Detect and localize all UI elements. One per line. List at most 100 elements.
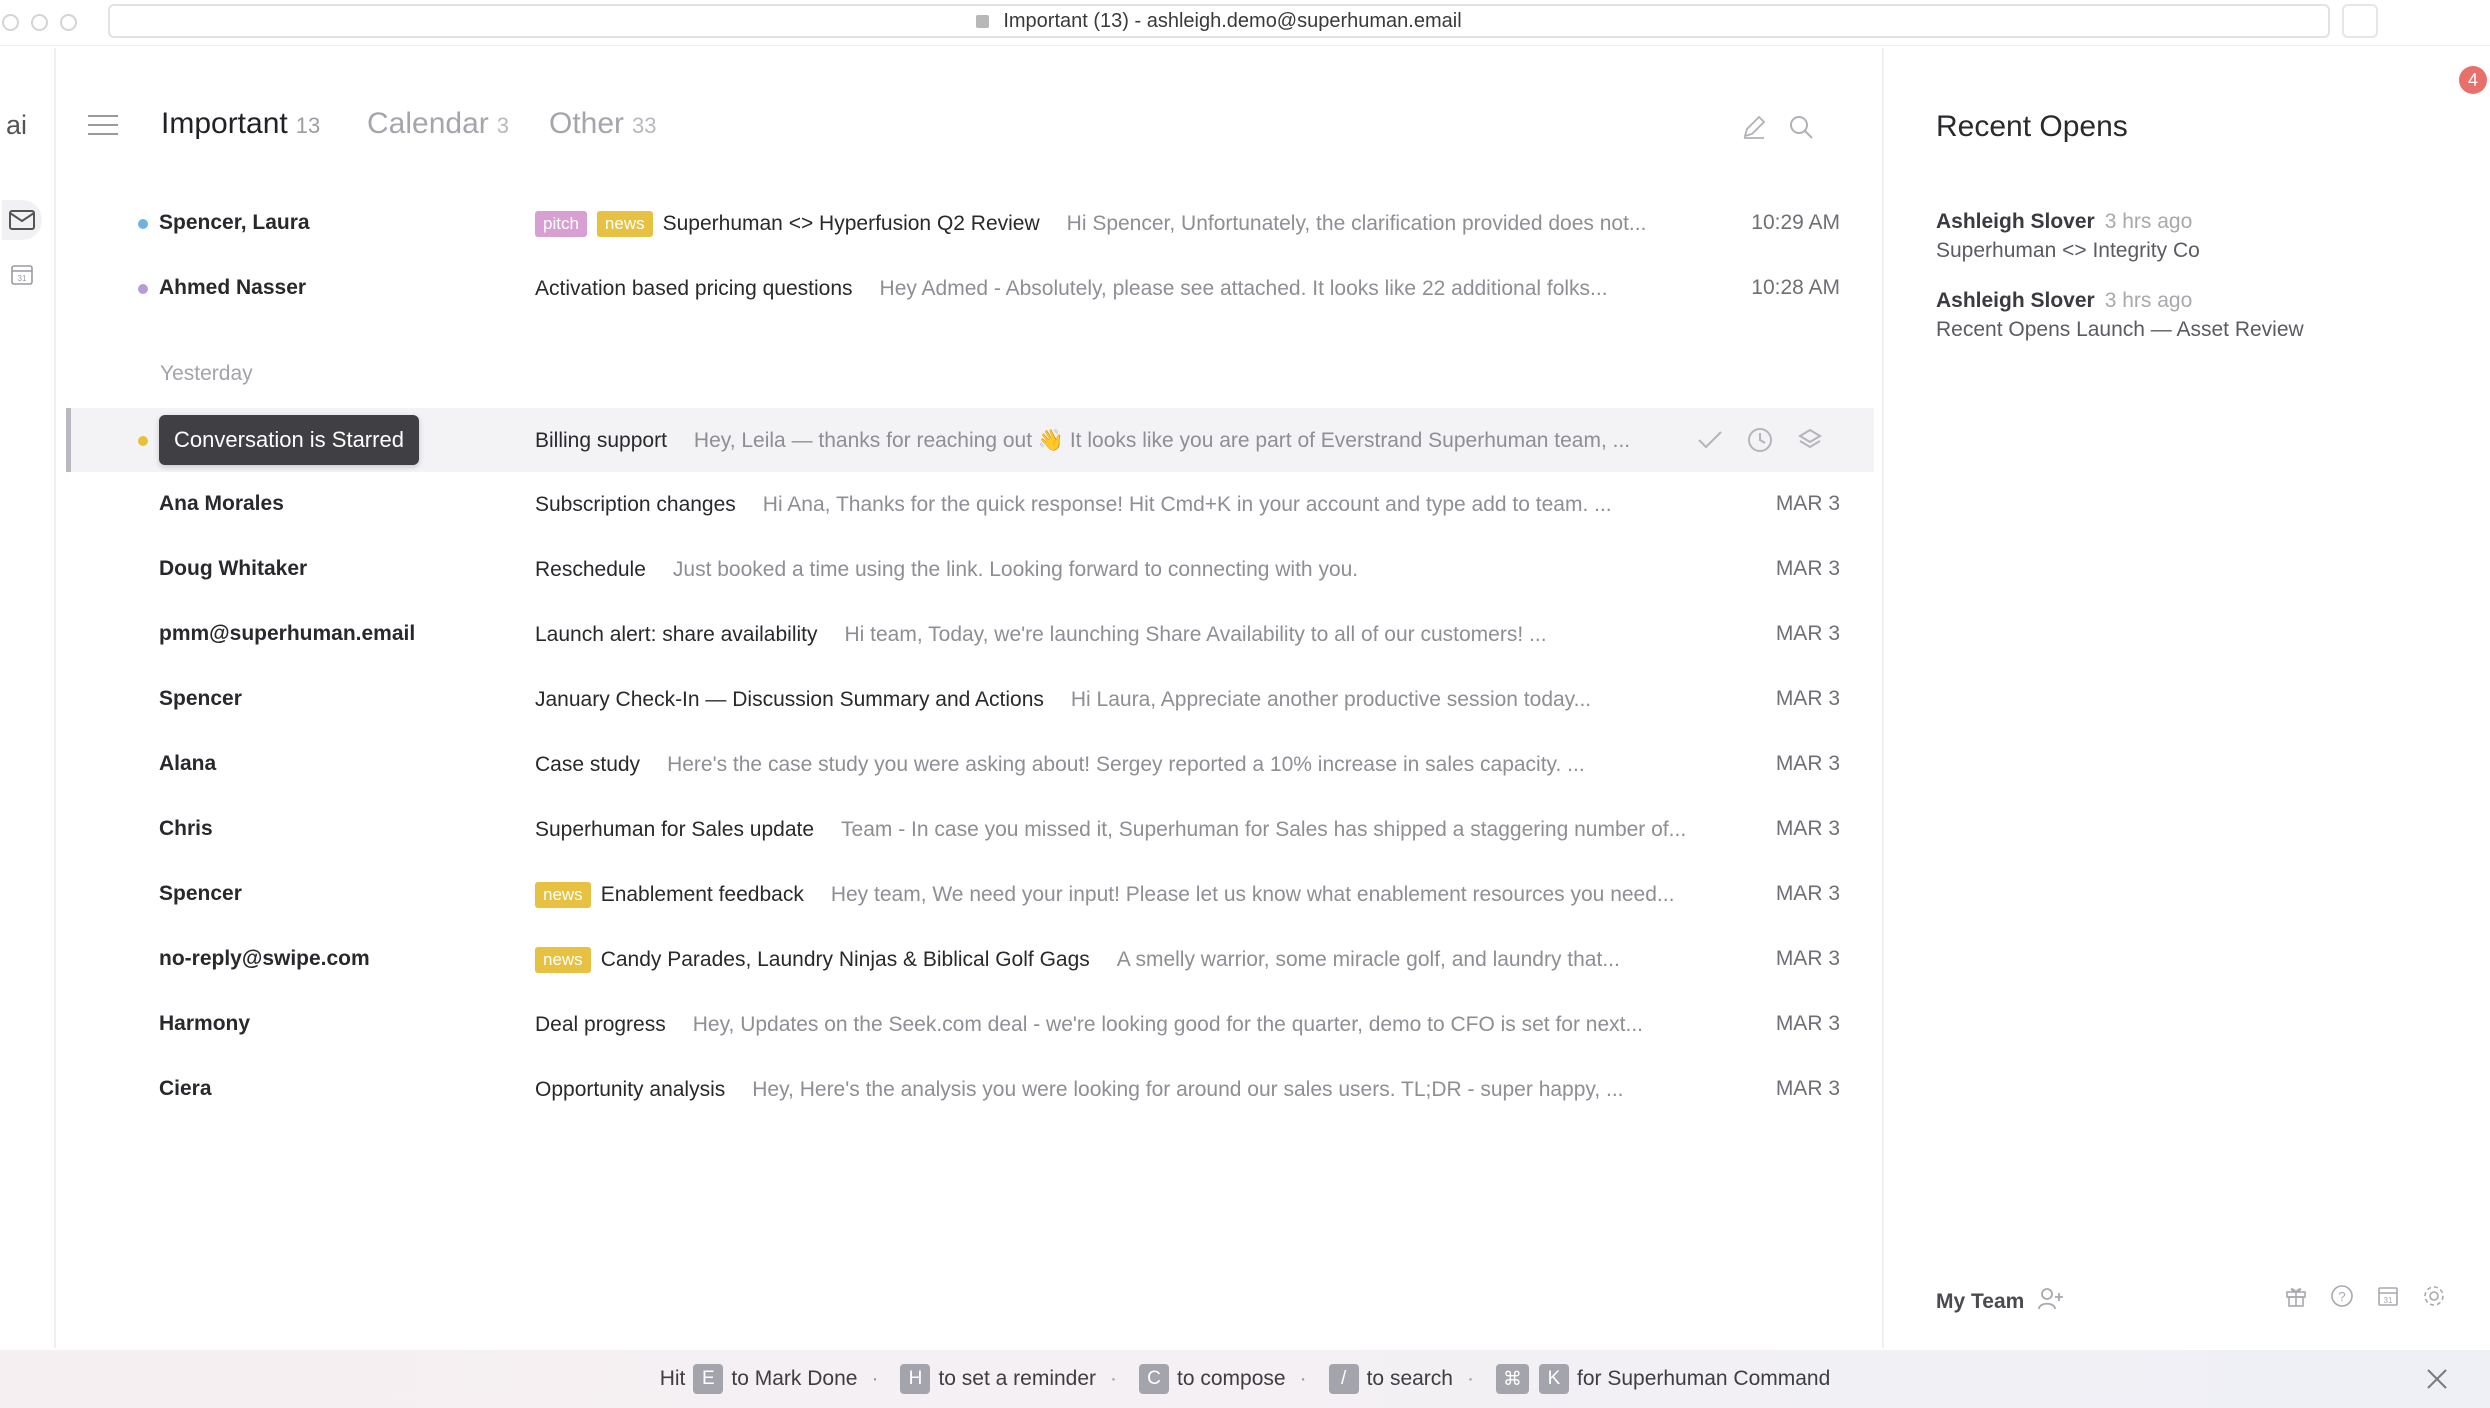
timestamp: 10:28 AM [1751,276,1840,299]
left-rail: ai 31 [0,48,56,1348]
key-k: K [1538,1364,1569,1394]
svg-text:31: 31 [18,274,27,283]
gift-icon[interactable] [2280,1280,2312,1312]
preview: Here's the case study you were asking ab… [667,753,1585,776]
sender: no-reply@swipe.com [159,947,370,970]
tab-important[interactable]: Important 13 [161,107,320,141]
timestamp: MAR 3 [1775,622,1840,645]
hint-text: to Mark Done [731,1367,858,1390]
email-row[interactable]: Ciera Opportunity analysis Hey, Here's th… [66,1057,1874,1121]
recent-opens-title: Recent Opens [1936,110,2128,143]
recent-open-item[interactable]: Ashleigh Slover 3 hrs ago Superhuman <> I… [1936,207,2200,265]
open-subject: Recent Opens Launch — Asset Review [1936,318,2304,341]
calendar-icon[interactable]: 31 [2,254,42,294]
row-actions [1694,422,1826,458]
menu-icon[interactable] [88,115,118,137]
tab-count: 3 [496,113,509,138]
email-row[interactable]: Spencer January Check-In — Discussion Su… [66,667,1874,731]
label-badge[interactable]: news [535,882,591,908]
tab-calendar[interactable]: Calendar 3 [367,107,509,141]
timestamp: MAR 3 [1775,687,1840,710]
email-row[interactable]: Chris Superhuman for Sales update Team - … [66,797,1874,861]
sender: Spencer [159,687,242,710]
subject: Enablement feedback [600,883,804,906]
clock-icon[interactable] [1744,422,1776,458]
sender: pmm@superhuman.email [159,622,416,645]
app-logo: ai [6,110,28,140]
timestamp: MAR 3 [1775,752,1840,775]
svg-text:?: ? [2338,1289,2345,1304]
label-badge[interactable]: news [535,947,591,973]
email-row[interactable]: Doug Whitaker Reschedule Just booked a ti… [66,537,1874,601]
archive-icon[interactable] [1794,422,1826,458]
preview: A smelly warrior, some miracle golf, and… [1116,948,1620,971]
add-person-icon[interactable] [2038,1287,2064,1317]
sender: Harmony [159,1012,251,1035]
timestamp: MAR 3 [1775,492,1840,515]
open-time: 3 hrs ago [2104,210,2193,233]
footer-icons: ? 31 [2280,1280,2450,1312]
preview: Hey, Leila — thanks for reaching out 👋 I… [693,429,1631,452]
my-team[interactable]: My Team [1936,1287,2064,1317]
team-label: My Team [1936,1290,2025,1313]
section-heading: Yesterday [160,362,253,385]
email-row[interactable]: Harmony Deal progress Hey, Updates on the… [66,992,1874,1056]
email-row[interactable]: Ahmed Nasser Activation based pricing qu… [66,256,1874,320]
minimize-window-button[interactable] [31,14,48,31]
star-dot [138,436,148,446]
label-badge[interactable]: news [596,211,653,237]
close-icon[interactable] [2420,1362,2454,1396]
email-row[interactable]: Spencer news Enablement feedback Hey team,… [66,862,1874,926]
subject: Candy Parades, Laundry Ninjas & Biblical… [600,948,1090,971]
calendar-icon[interactable]: 31 [2372,1280,2404,1312]
split-inbox-header: Important 13 Calendar 3 Other 33 [58,103,1882,153]
extension-button[interactable] [2342,4,2378,38]
address-bar[interactable]: Important (13) - ashleigh.demo@superhuma… [108,4,2330,38]
help-icon[interactable]: ? [2326,1280,2358,1312]
key-c: C [1139,1364,1170,1394]
preview: Team - In case you missed it, Superhuman… [841,818,1687,841]
email-row[interactable]: pmm@superhuman.email Launch alert: share… [66,602,1874,666]
window-titlebar: Important (13) - ashleigh.demo@superhuma… [0,0,2490,46]
close-window-button[interactable] [2,14,19,31]
check-icon[interactable] [1694,422,1726,458]
timestamp: MAR 3 [1775,557,1840,580]
tab-other[interactable]: Other 33 [549,107,657,141]
preview: Hi team, Today, we're launching Share Av… [844,623,1547,646]
compose-icon[interactable] [1738,111,1770,143]
search-icon[interactable] [1785,111,1817,143]
gear-icon[interactable] [2418,1280,2450,1312]
preview: Just booked a time using the link. Looki… [672,558,1359,581]
subject: Case study [535,753,641,776]
key-slash: / [1328,1364,1359,1394]
open-time: 3 hrs ago [2104,289,2193,312]
right-panel: Recent Opens Ashleigh Slover 3 hrs ago Su… [1882,48,2490,1348]
timestamp: 10:29 AM [1751,211,1840,234]
shortcut-hint-bar: Hit E to Mark Done · H to set a reminder… [0,1350,2490,1408]
window-title: Important (13) - ashleigh.demo@superhuma… [1003,9,1462,32]
key-cmd: ⌘ [1495,1364,1529,1394]
subject: Billing support [535,429,667,452]
email-row[interactable]: Spencer, Laura pitch news Superhuman <> … [66,191,1874,255]
sender: Ciera [159,1077,212,1100]
maximize-window-button[interactable] [60,14,77,31]
subject: Superhuman <> Hyperfusion Q2 Review [662,212,1040,235]
recent-open-item[interactable]: Ashleigh Slover 3 hrs ago Recent Opens La… [1936,286,2304,344]
preview: Hey, Here's the analysis you were lookin… [752,1078,1624,1101]
hint-text: for Superhuman Command [1576,1367,1831,1390]
notification-badge[interactable]: 4 [2459,66,2487,94]
sender: Chris [159,817,213,840]
open-name: Ashleigh Slover [1936,210,2095,233]
subject: Superhuman for Sales update [535,818,815,841]
sender: Spencer, Laura [159,211,310,234]
unread-dot [138,219,148,229]
email-row[interactable]: Ana Morales Subscription changes Hi Ana, … [66,472,1874,536]
starred-tooltip: Conversation is Starred [159,415,419,465]
email-row[interactable]: Alana Case study Here's the case study yo… [66,732,1874,796]
label-badge[interactable]: pitch [535,211,587,237]
timestamp: MAR 3 [1775,817,1840,840]
mail-icon[interactable] [2,200,42,240]
subject: Deal progress [535,1013,666,1036]
email-row[interactable]: no-reply@swipe.com news Candy Parades, La… [66,927,1874,991]
tab-label: Other [549,107,625,140]
